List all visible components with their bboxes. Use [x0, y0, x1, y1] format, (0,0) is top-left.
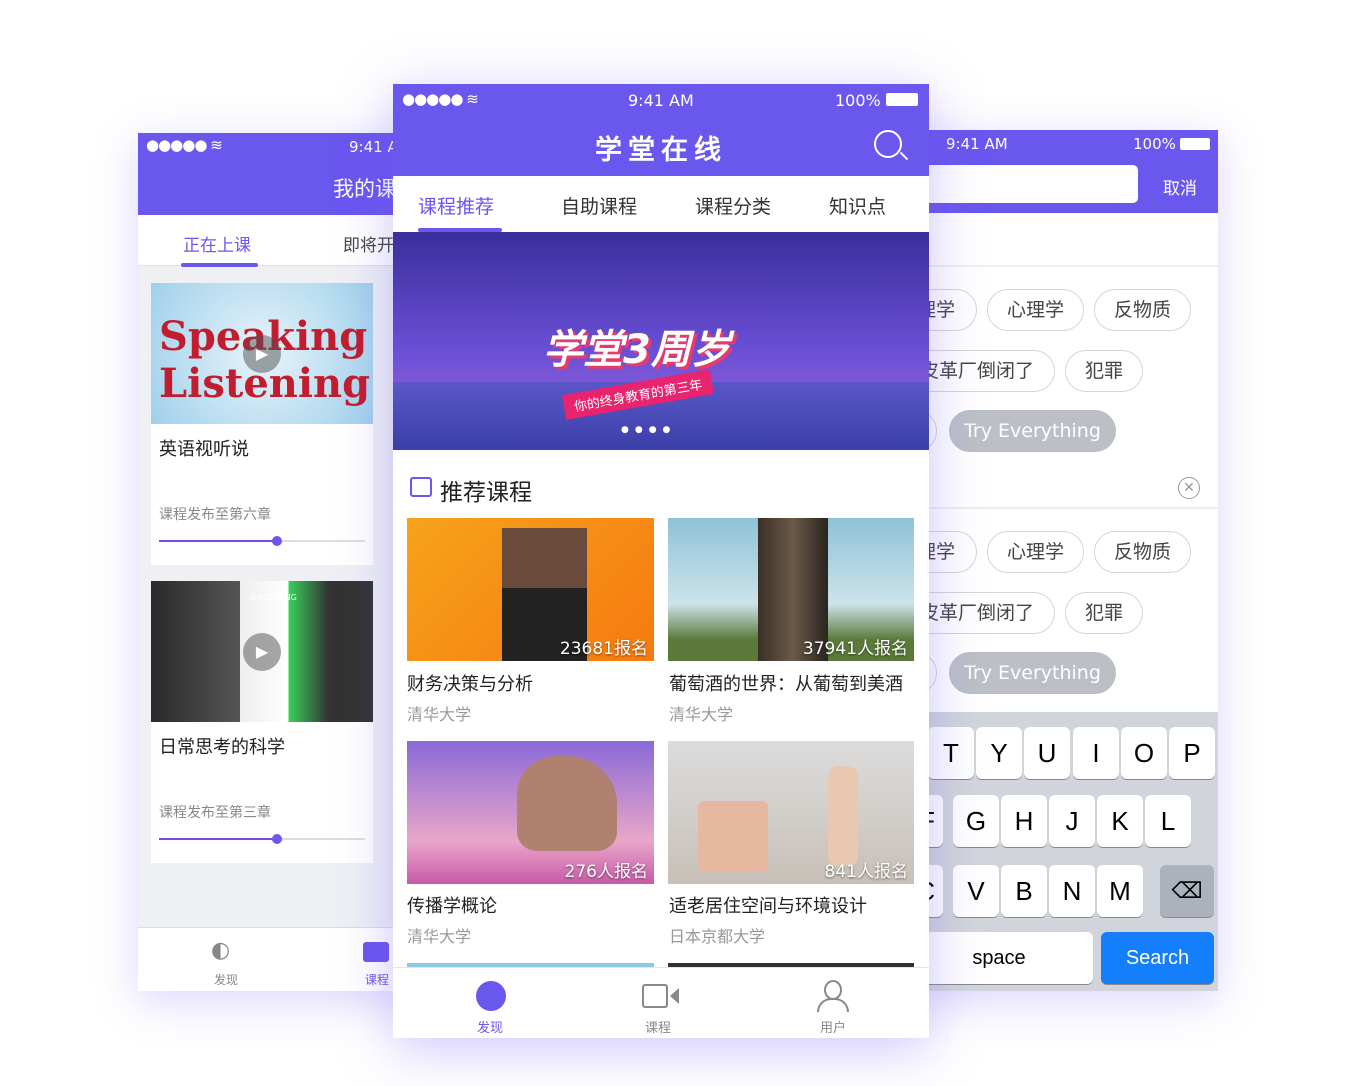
course-school: 清华大学 — [669, 705, 734, 724]
enrolled-count: 841人报名 — [824, 862, 908, 882]
tag-highlighted[interactable]: Try Everything — [949, 410, 1116, 452]
key[interactable]: U — [1024, 727, 1070, 779]
tab-discover[interactable]: 发现 — [214, 971, 238, 988]
signal-icon: ●●●●● ≋ — [402, 90, 479, 108]
tab-categories[interactable]: 课程分类 — [695, 192, 771, 219]
space-key[interactable]: space — [915, 932, 1093, 984]
key[interactable]: G — [953, 795, 999, 847]
play-icon[interactable]: ▶ — [243, 633, 281, 671]
banner[interactable]: 学堂3周岁 你的终身教育的第三年 ●●●● — [393, 232, 929, 450]
enrolled-count: 276人报名 — [564, 862, 648, 882]
key[interactable]: L — [1145, 795, 1191, 847]
tab-courses[interactable]: 课程 — [645, 1017, 671, 1036]
tab-upcoming[interactable]: 即将开 — [343, 231, 394, 256]
course-title[interactable]: 财务决策与分析 — [407, 670, 533, 696]
course-title[interactable]: 适老居住空间与环境设计 — [669, 892, 867, 918]
clear-icon[interactable]: ✕ — [1178, 477, 1200, 499]
tab-discover[interactable]: 发现 — [477, 1017, 503, 1036]
banner-headline: 学堂3周岁 — [543, 327, 731, 373]
course-card[interactable]: GROOMING ▶ 日常思考的科学 课程发布至第三章 — [151, 581, 373, 863]
tab-self-paced[interactable]: 自助课程 — [561, 192, 637, 219]
user-icon[interactable] — [824, 980, 842, 1000]
battery-icon — [886, 93, 918, 106]
left-phone: ●●●●● ≋ 9:41 A 我的课 正在上课 即将开 Speaking Lis… — [138, 133, 408, 991]
key[interactable]: B — [1001, 865, 1047, 917]
battery-text: 100% — [1133, 135, 1176, 153]
course-school: 清华大学 — [407, 927, 472, 946]
progress-text: 课程发布至第六章 — [159, 507, 271, 523]
course-image[interactable]: 841人报名 — [668, 741, 914, 884]
status-time: 9:41 AM — [628, 91, 694, 110]
progress-thumb — [272, 536, 282, 546]
tag[interactable]: 反物质 — [1094, 289, 1191, 331]
section-title: 推荐课程 — [440, 480, 532, 506]
signal-icon: ●●●●● ≋ — [146, 136, 223, 154]
course-title[interactable]: 葡萄酒的世界：从葡萄到美酒 — [669, 670, 903, 696]
tab-indicator — [181, 263, 258, 267]
key[interactable]: P — [1169, 727, 1215, 779]
tag[interactable]: 犯罪 — [1065, 592, 1143, 634]
course-image[interactable]: 276人报名 — [407, 741, 654, 884]
right-phone: 9:41 AM 100% 取消 理学 心理学 反物质 皮革厂倒闭了 犯罪 Try… — [915, 130, 1218, 991]
cancel-button[interactable]: 取消 — [1163, 174, 1197, 199]
card-title: 日常思考的科学 — [159, 737, 285, 758]
tab-courses[interactable]: 课程 — [365, 971, 389, 988]
app-title: 学堂在线 — [595, 135, 727, 166]
page-title: 我的课 — [333, 177, 396, 201]
key[interactable]: I — [1073, 727, 1119, 779]
key[interactable]: Y — [976, 727, 1022, 779]
tab-bar: ◐ 发现 课程 — [138, 927, 408, 991]
delete-key-icon[interactable]: ⌫ — [1160, 865, 1214, 917]
course-school: 日本京都大学 — [669, 927, 766, 946]
key[interactable]: N — [1049, 865, 1095, 917]
key[interactable]: J — [1049, 795, 1095, 847]
course-image[interactable]: 37941人报名 — [668, 518, 914, 661]
planet-icon[interactable] — [476, 981, 506, 1011]
status-time: 9:41 A — [349, 138, 398, 156]
play-icon[interactable]: ▶ — [243, 335, 281, 373]
search-key[interactable]: Search — [1101, 932, 1214, 984]
course-card[interactable]: Speaking Listening ▶ 英语视听说 课程发布至第六章 — [151, 283, 373, 565]
tag[interactable]: 皮革厂倒闭了 — [915, 592, 1055, 634]
battery-text: 100% — [835, 91, 881, 110]
tag[interactable]: 犯罪 — [1065, 350, 1143, 392]
card-title: 英语视听说 — [159, 439, 249, 460]
book-icon — [410, 477, 432, 497]
course-title[interactable]: 传播学概论 — [407, 892, 497, 918]
search-icon[interactable] — [874, 130, 909, 161]
tab-current[interactable]: 正在上课 — [183, 231, 251, 256]
status-time: 9:41 AM — [946, 135, 1008, 153]
key[interactable]: T — [928, 727, 974, 779]
tag[interactable]: 皮革厂倒闭了 — [915, 350, 1055, 392]
tag[interactable]: 反物质 — [1094, 531, 1191, 573]
search-input[interactable] — [915, 165, 1138, 203]
enrolled-count: 37941人报名 — [802, 639, 908, 659]
progress-thumb — [272, 834, 282, 844]
course-image[interactable]: 23681报名 — [407, 518, 654, 661]
tag-highlighted[interactable]: Try Everything — [949, 652, 1116, 694]
enrolled-count: 23681报名 — [559, 639, 648, 659]
key[interactable]: H — [1001, 795, 1047, 847]
progress-text: 课程发布至第三章 — [159, 805, 271, 821]
video-icon[interactable] — [642, 984, 668, 1008]
image-text: GROOMING — [251, 593, 297, 602]
key[interactable]: V — [953, 865, 999, 917]
tag[interactable]: 心理学 — [987, 289, 1084, 331]
key[interactable]: K — [1097, 795, 1143, 847]
tab-bar: 发现 课程 用户 — [393, 967, 929, 1038]
tab-knowledge[interactable]: 知识点 — [829, 192, 886, 219]
key[interactable]: O — [1121, 727, 1167, 779]
tag[interactable]: 心理学 — [987, 531, 1084, 573]
course-school: 清华大学 — [407, 705, 472, 724]
tab-user[interactable]: 用户 — [820, 1017, 846, 1036]
tab-recommended[interactable]: 课程推荐 — [418, 192, 494, 219]
carousel-dots[interactable]: ●●●● — [621, 425, 676, 435]
center-phone: ●●●●● ≋ 9:41 AM 100% 学堂在线 课程推荐 自助课程 课程分类… — [393, 84, 929, 1038]
keyboard: T Y U I O P F G H J K L C V B N M ⌫ spac… — [915, 712, 1218, 991]
battery-icon — [1180, 138, 1210, 150]
planet-icon[interactable]: ◐ — [211, 938, 230, 963]
key[interactable]: M — [1097, 865, 1143, 917]
video-icon[interactable] — [363, 942, 389, 962]
